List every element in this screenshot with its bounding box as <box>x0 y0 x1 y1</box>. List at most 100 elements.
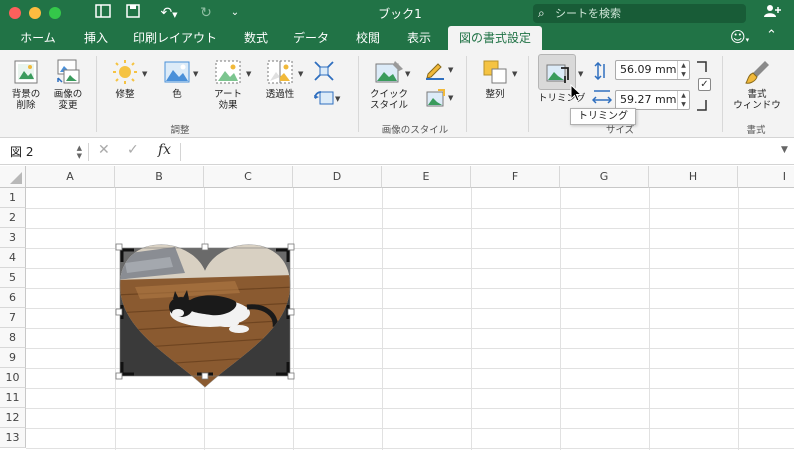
column-header-d[interactable]: D <box>293 166 382 188</box>
tab-insert[interactable]: 挿入 <box>74 26 118 50</box>
remove-background-button[interactable]: 背景の 削除 <box>6 58 46 111</box>
column-header-i[interactable]: I <box>738 166 794 188</box>
crop-dropdown-icon[interactable]: ▼ <box>578 70 583 78</box>
redo-icon[interactable]: ↻ <box>197 4 215 22</box>
group-label-adjust: 調整 <box>170 125 190 136</box>
row-header-13[interactable]: 13 <box>0 428 26 448</box>
arrange-dropdown-icon[interactable]: ▼ <box>512 70 517 78</box>
column-header-g[interactable]: G <box>560 166 649 188</box>
reset-dropdown-icon[interactable]: ▼ <box>335 94 340 105</box>
height-value: 56.09 mm <box>620 63 677 76</box>
transparency-dropdown-icon[interactable]: ▼ <box>298 70 303 78</box>
tab-picture-format[interactable]: 図の書式設定 <box>448 26 542 50</box>
select-all-corner[interactable] <box>0 166 26 188</box>
ribbon-divider <box>96 56 97 132</box>
tab-home[interactable]: ホーム <box>10 26 66 50</box>
ribbon: 背景の 削除 画像の 変更 修整 ▼ 色 ▼ アート 効果 ▼ 透過性 ▼ ▼ … <box>0 50 794 138</box>
maximize-window-button[interactable] <box>49 7 61 19</box>
column-header-c[interactable]: C <box>204 166 293 188</box>
close-window-button[interactable] <box>9 7 21 19</box>
name-box-stepper-icon[interactable]: ▲ ▼ <box>77 144 82 160</box>
search-icon: ⌕ <box>538 6 545 20</box>
cancel-formula-icon[interactable]: ✕ <box>98 142 110 158</box>
minimize-window-button[interactable] <box>29 7 41 19</box>
row-header-8[interactable]: 8 <box>0 328 26 348</box>
customize-toolbar-icon[interactable]: ⌄ <box>226 4 244 22</box>
quick-styles-button[interactable]: クイック スタイル <box>364 58 414 111</box>
formula-input[interactable] <box>188 143 768 161</box>
undo-icon[interactable]: ↶▼ <box>154 4 184 22</box>
sun-icon <box>113 60 137 84</box>
share-user-icon[interactable] <box>764 4 782 22</box>
crop-icon <box>546 64 569 83</box>
artistic-effects-dropdown-icon[interactable]: ▼ <box>246 70 251 78</box>
row-header-7[interactable]: 7 <box>0 308 26 328</box>
color-button[interactable]: 色 <box>158 58 196 100</box>
row-header-5[interactable]: 5 <box>0 268 26 288</box>
row-header-9[interactable]: 9 <box>0 348 26 368</box>
insert-function-icon[interactable]: fx <box>158 142 171 158</box>
color-dropdown-icon[interactable]: ▼ <box>193 70 198 78</box>
tab-page-layout[interactable]: 印刷レイアウト <box>128 26 222 50</box>
quick-styles-icon <box>375 61 403 83</box>
expand-formula-icon[interactable]: ▼ <box>781 145 788 155</box>
reset-picture-icon <box>314 91 334 105</box>
picture-border-button[interactable] <box>422 60 448 83</box>
cropped-picture[interactable] <box>115 235 295 390</box>
arrange-button[interactable]: 整列 <box>474 58 516 100</box>
reset-picture-button[interactable]: ▼ <box>312 88 340 111</box>
row-header-1[interactable]: 1 <box>0 188 26 208</box>
tab-review[interactable]: 校閲 <box>346 26 390 50</box>
row-header-12[interactable]: 12 <box>0 408 26 428</box>
window-title: ブック1 <box>378 7 422 21</box>
picture-effects-button[interactable] <box>422 88 448 111</box>
column-header-b[interactable]: B <box>115 166 204 188</box>
row-header-11[interactable]: 11 <box>0 388 26 408</box>
row-header-10[interactable]: 10 <box>0 368 26 388</box>
column-header-f[interactable]: F <box>471 166 560 188</box>
picture-effects-icon <box>426 89 445 107</box>
height-stepper[interactable]: ▲ ▼ <box>677 61 689 79</box>
width-input[interactable]: 59.27 mm ▲ ▼ <box>615 90 690 110</box>
width-stepper[interactable]: ▲ ▼ <box>677 91 689 109</box>
corrections-button[interactable]: 修整 <box>104 58 146 100</box>
sidebar-toggle-icon[interactable] <box>94 4 112 22</box>
row-header-6[interactable]: 6 <box>0 288 26 308</box>
save-icon[interactable] <box>124 4 142 22</box>
column-header-h[interactable]: H <box>649 166 738 188</box>
grid-line <box>26 208 794 209</box>
row-header-3[interactable]: 3 <box>0 228 26 248</box>
tab-view[interactable]: 表示 <box>397 26 441 50</box>
tab-data[interactable]: データ <box>286 26 336 50</box>
tab-formulas[interactable]: 数式 <box>234 26 278 50</box>
ribbon-divider <box>722 56 723 132</box>
corrections-label: 修整 <box>115 89 135 100</box>
picture-border-dropdown-icon[interactable]: ▼ <box>448 66 453 74</box>
remove-background-label: 背景の 削除 <box>11 89 41 111</box>
column-header-e[interactable]: E <box>382 166 471 188</box>
row-header-2[interactable]: 2 <box>0 208 26 228</box>
feedback-smiley-icon[interactable]: ☺▾ <box>730 28 749 46</box>
name-box[interactable]: 図 2 ▲ ▼ <box>4 142 84 162</box>
height-input[interactable]: 56.09 mm ▲ ▼ <box>615 60 690 80</box>
quick-styles-dropdown-icon[interactable]: ▼ <box>405 70 410 78</box>
corrections-dropdown-icon[interactable]: ▼ <box>142 70 147 78</box>
search-placeholder: シートを検索 <box>555 7 621 20</box>
change-picture-button[interactable]: 画像の 変更 <box>48 58 88 111</box>
mouse-pointer-icon <box>570 84 582 102</box>
format-pane-button[interactable]: 書式 ウィンドウ <box>728 58 786 111</box>
picture-effects-dropdown-icon[interactable]: ▼ <box>448 94 453 102</box>
name-box-value: 図 2 <box>10 145 34 159</box>
row-header-4[interactable]: 4 <box>0 248 26 268</box>
artistic-effects-label: アート 効果 <box>214 89 242 111</box>
lock-aspect-checkbox[interactable]: ✓ <box>698 78 711 91</box>
column-header-a[interactable]: A <box>26 166 115 188</box>
artistic-effects-button[interactable]: アート 効果 <box>208 58 248 111</box>
transparency-button[interactable]: 透過性 <box>258 58 302 100</box>
confirm-formula-icon[interactable]: ✓ <box>127 142 139 158</box>
compress-pictures-button[interactable] <box>312 60 336 85</box>
format-pane-label: 書式 ウィンドウ <box>733 89 781 111</box>
collapse-ribbon-icon[interactable]: ⌃ <box>766 28 777 43</box>
change-picture-label: 画像の 変更 <box>53 89 83 111</box>
search-input[interactable]: ⌕ シートを検索 <box>533 4 746 23</box>
